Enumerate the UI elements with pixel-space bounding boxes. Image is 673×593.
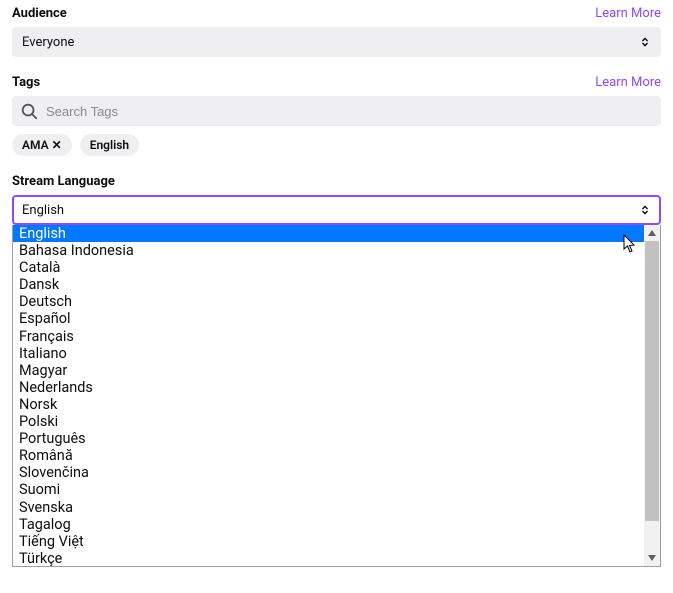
tag-label: AMA — [22, 138, 49, 152]
audience-learn-more-link[interactable]: Learn More — [595, 6, 661, 21]
language-option[interactable]: Türkçe — [13, 550, 644, 566]
scrollbar[interactable] — [644, 225, 660, 566]
tag-pill-english[interactable]: English — [80, 134, 139, 156]
scrollbar-thumb[interactable] — [645, 241, 659, 521]
language-option[interactable]: Italiano — [13, 345, 644, 362]
stream-language-section: Stream Language English EnglishBahasa In… — [12, 174, 661, 567]
close-icon[interactable]: ✕ — [52, 138, 62, 152]
audience-label: Audience — [12, 6, 67, 21]
language-option[interactable]: Slovenčina — [13, 464, 644, 481]
stream-language-select[interactable]: English — [12, 195, 661, 225]
tag-row: AMA ✕ English — [12, 134, 661, 156]
language-option[interactable]: Português — [13, 430, 644, 447]
tag-label: English — [90, 138, 129, 152]
language-option[interactable]: Deutsch — [13, 293, 644, 310]
tags-learn-more-link[interactable]: Learn More — [595, 75, 661, 90]
tags-section: Tags Learn More AMA ✕ English — [12, 75, 661, 156]
language-option[interactable]: Tiếng Việt — [13, 533, 644, 550]
language-option[interactable]: Español — [13, 310, 644, 327]
language-option[interactable]: Svenska — [13, 499, 644, 516]
language-option[interactable]: English — [13, 225, 644, 242]
stream-language-header: Stream Language — [12, 174, 661, 189]
updown-icon — [639, 35, 651, 49]
language-option[interactable]: Norsk — [13, 396, 644, 413]
stream-language-value: English — [22, 203, 64, 218]
search-icon — [20, 102, 38, 120]
language-option-list[interactable]: EnglishBahasa IndonesiaCatalàDanskDeutsc… — [13, 225, 644, 566]
tags-header: Tags Learn More — [12, 75, 661, 90]
language-option[interactable]: Tagalog — [13, 516, 644, 533]
scrollbar-up-arrow[interactable] — [644, 225, 660, 241]
stream-language-label: Stream Language — [12, 174, 115, 189]
language-option[interactable]: Magyar — [13, 362, 644, 379]
language-option[interactable]: Bahasa Indonesia — [13, 242, 644, 259]
language-option[interactable]: Français — [13, 328, 644, 345]
language-option[interactable]: Dansk — [13, 276, 644, 293]
language-option[interactable]: Polski — [13, 413, 644, 430]
language-option[interactable]: Nederlands — [13, 379, 644, 396]
audience-value: Everyone — [22, 35, 74, 50]
tags-search-input[interactable] — [46, 104, 653, 119]
scrollbar-down-arrow[interactable] — [644, 550, 660, 566]
updown-icon — [639, 203, 651, 217]
audience-select[interactable]: Everyone — [12, 27, 661, 57]
tags-label: Tags — [12, 75, 40, 90]
audience-section: Audience Learn More Everyone — [12, 6, 661, 57]
language-option[interactable]: Suomi — [13, 481, 644, 498]
tags-search-box[interactable] — [12, 96, 661, 126]
stream-language-dropdown: EnglishBahasa IndonesiaCatalàDanskDeutsc… — [12, 225, 661, 567]
language-option[interactable]: Română — [13, 447, 644, 464]
audience-header: Audience Learn More — [12, 6, 661, 21]
tag-pill-ama[interactable]: AMA ✕ — [12, 134, 72, 156]
language-option[interactable]: Català — [13, 259, 644, 276]
